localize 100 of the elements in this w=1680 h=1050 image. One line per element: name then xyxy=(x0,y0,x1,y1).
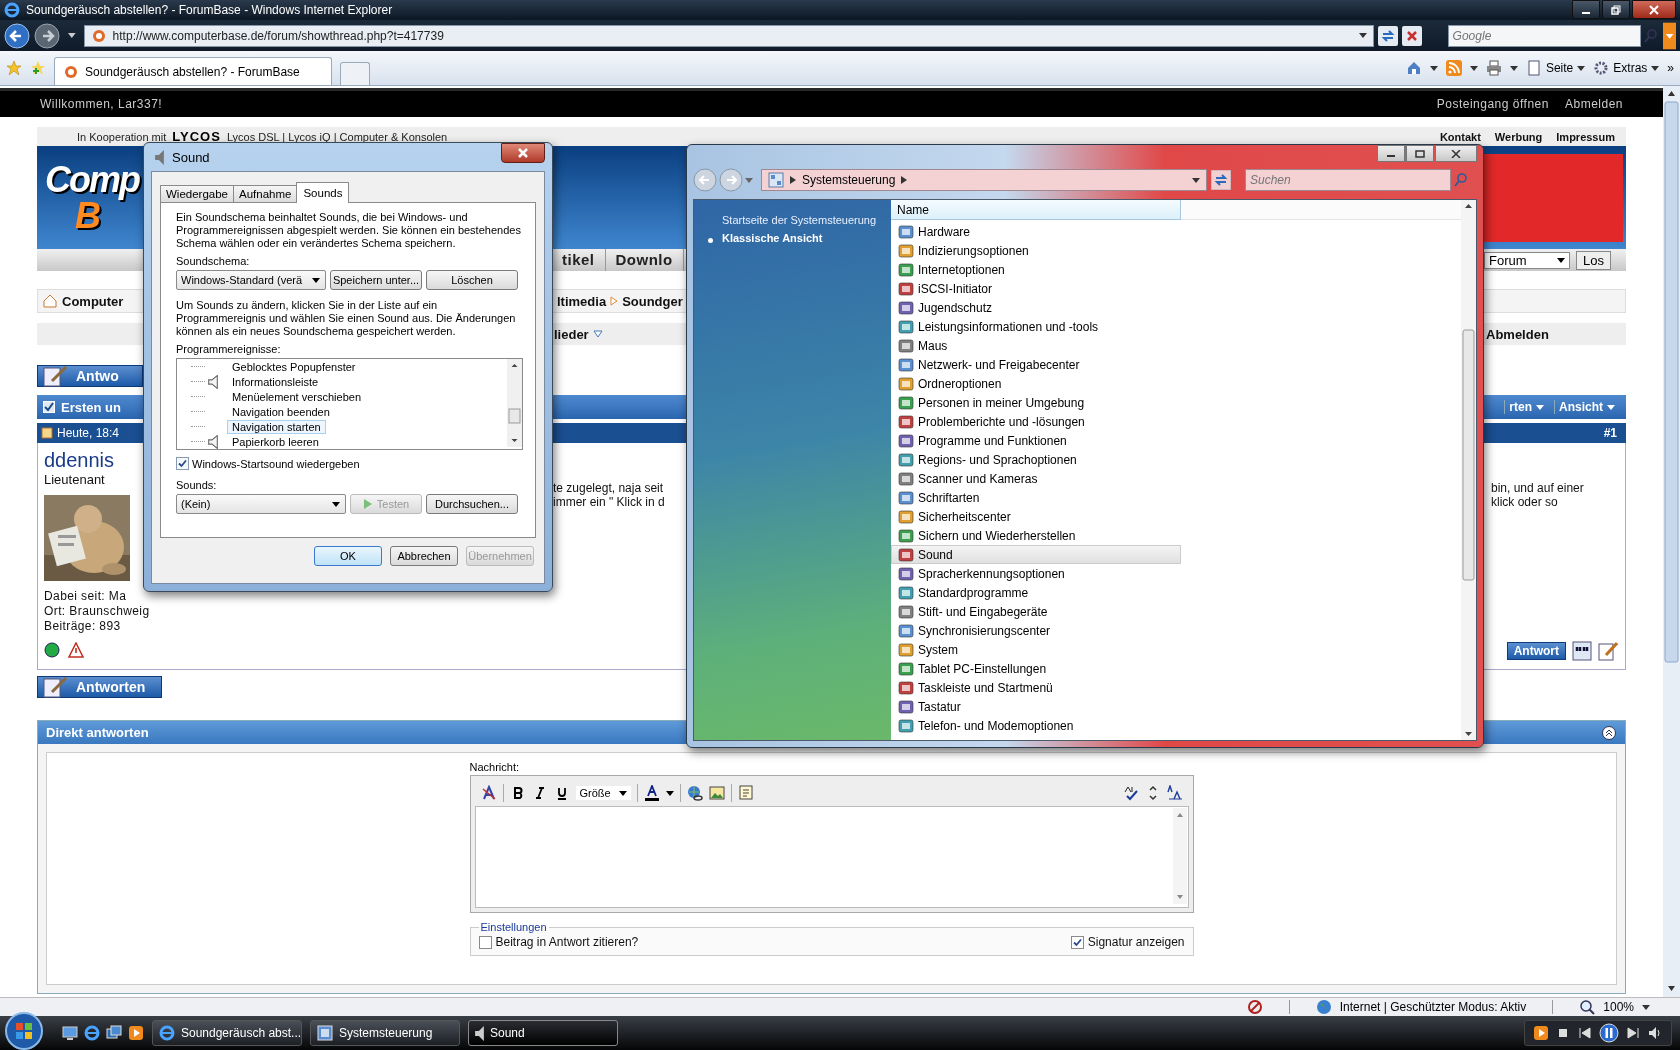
browser-tab[interactable]: Soundgeräusch abstellen? - ForumBase xyxy=(54,57,332,85)
reply-button[interactable]: Antworten xyxy=(37,676,162,698)
chevron-icon[interactable] xyxy=(790,176,796,184)
spellcheck-icon[interactable] xyxy=(1122,785,1139,801)
header-link[interactable]: Werbung xyxy=(1494,130,1543,143)
event-item[interactable]: Menüelement verschieben xyxy=(227,389,367,404)
minimize-button[interactable] xyxy=(1377,145,1405,162)
zoom-level[interactable]: 100% xyxy=(1603,1000,1634,1014)
browser-logo-icon[interactable] xyxy=(84,1025,100,1041)
caret-icon[interactable] xyxy=(1509,65,1518,71)
option-checkbox[interactable]: Signatur anzeigen xyxy=(1070,935,1185,949)
post-number[interactable]: #1 xyxy=(1603,426,1617,440)
startup-sound-checkbox[interactable]: Windows-Startsound wiedergeben xyxy=(176,457,523,470)
top-link[interactable]: Abmelden xyxy=(1564,97,1623,111)
link-icon[interactable] xyxy=(686,785,703,801)
scrollbar[interactable] xyxy=(507,359,522,447)
message-field[interactable] xyxy=(474,806,1189,908)
control-panel-item[interactable]: System xyxy=(891,640,1181,659)
close-button[interactable] xyxy=(1632,0,1676,19)
font-color-icon[interactable] xyxy=(643,785,660,801)
command-menu[interactable]: Seite xyxy=(1525,60,1586,77)
control-panel-item[interactable]: Standardprogramme xyxy=(891,583,1181,602)
task-link[interactable]: Klassische Ansicht xyxy=(722,232,823,244)
control-panel-item[interactable]: Sichern und Wiederherstellen xyxy=(891,526,1181,545)
author-name[interactable]: ddennis xyxy=(44,449,144,472)
control-panel-item[interactable]: Spracherkennungsoptionen xyxy=(891,564,1181,583)
control-panel-item[interactable]: Hardware xyxy=(891,222,1181,241)
nav-tab[interactable]: Downlo xyxy=(605,249,684,271)
control-panel-item[interactable]: Jugendschutz xyxy=(891,298,1181,317)
image-icon[interactable] xyxy=(708,785,725,801)
control-panel-item[interactable]: Programme und Funktionen xyxy=(891,431,1181,450)
taskbar-button[interactable]: Soundgeräusch abst... xyxy=(152,1020,302,1046)
control-panel-item[interactable]: Leistungsinformationen und -tools xyxy=(891,317,1181,336)
go-button[interactable]: Los xyxy=(1576,250,1611,270)
stop-icon[interactable] xyxy=(1401,25,1422,46)
control-panel-item[interactable]: iSCSI-Initiator xyxy=(891,279,1181,298)
caret-icon[interactable] xyxy=(1469,65,1478,71)
reply-button[interactable]: Antwo xyxy=(37,365,143,387)
control-panel-item[interactable]: Scanner und Kameras xyxy=(891,469,1181,488)
caret-icon[interactable] xyxy=(1662,21,1676,50)
dialog-button[interactable]: OK xyxy=(314,546,382,566)
refresh-icon[interactable] xyxy=(1377,25,1398,46)
reply-button[interactable]: Antwort xyxy=(1506,642,1566,660)
forward-button[interactable] xyxy=(34,22,60,49)
more-commands-button[interactable]: » xyxy=(1667,61,1674,76)
event-item[interactable]: Informationsleiste xyxy=(227,374,324,389)
members-menu[interactable]: lieder xyxy=(554,326,589,342)
breadcrumb-link[interactable]: Computer xyxy=(62,293,124,309)
taskbar-button[interactable]: Systemsteuerung xyxy=(310,1020,460,1046)
close-button[interactable] xyxy=(501,143,545,163)
control-panel-item[interactable]: Synchronisierungscenter xyxy=(891,621,1181,640)
collapse-icon[interactable] xyxy=(1601,724,1617,741)
dialog-button[interactable]: Abbrechen xyxy=(390,546,458,566)
save-as-button[interactable]: Speichern unter... xyxy=(330,270,422,290)
control-panel-item[interactable]: Netzwerk- und Freigabecenter xyxy=(891,355,1181,374)
control-panel-item[interactable]: Telefon- und Modemoptionen xyxy=(891,716,1181,735)
control-panel-item[interactable]: Stift- und Eingabegeräte xyxy=(891,602,1181,621)
site-logo[interactable]: Comp B xyxy=(37,161,143,234)
caret-icon[interactable] xyxy=(1192,177,1200,183)
caret-icon[interactable] xyxy=(1642,1004,1650,1010)
forum-select[interactable]: Forum xyxy=(1484,251,1570,269)
scheme-dropdown[interactable]: Windows-Standard (verä xyxy=(176,270,326,290)
address-field[interactable]: http://www.computerbase.de/forum/showthread.php?t=417739 xyxy=(83,24,1374,47)
star-icon[interactable] xyxy=(6,60,22,77)
control-panel-item[interactable]: Internetoptionen xyxy=(891,260,1181,279)
add-favorite-icon[interactable] xyxy=(30,60,46,77)
event-item[interactable]: Geblocktes Popupfenster xyxy=(227,359,361,374)
control-panel-item[interactable]: Sound xyxy=(891,545,1181,564)
control-panel-item[interactable]: Taskleiste und Startmenü xyxy=(891,678,1181,697)
font-size-select[interactable]: Größe xyxy=(575,786,631,800)
thread-menu[interactable]: Ansicht xyxy=(1554,400,1619,414)
sound-dropdown[interactable]: (Kein) xyxy=(176,494,346,514)
header-link[interactable]: Impressum xyxy=(1556,130,1615,143)
checkbox-icon[interactable] xyxy=(478,935,492,949)
start-button[interactable] xyxy=(4,1011,44,1050)
logout-link[interactable]: Abmelden xyxy=(1486,326,1549,342)
delete-button[interactable]: Löschen xyxy=(426,270,518,290)
control-panel-item[interactable]: Tablet PC-Einstellungen xyxy=(891,659,1181,678)
option-checkbox[interactable]: Beitrag in Antwort zitieren? xyxy=(478,935,639,949)
previous-icon[interactable] xyxy=(1577,1025,1593,1041)
taskbar-button[interactable]: Sound xyxy=(468,1020,618,1046)
scrollbar[interactable] xyxy=(1172,808,1187,904)
media-player-icon[interactable] xyxy=(128,1025,144,1041)
dialog-tab[interactable]: Aufnahme xyxy=(233,185,298,202)
zoom-icon[interactable] xyxy=(1579,999,1596,1015)
media-player-icon[interactable] xyxy=(1533,1025,1549,1041)
dialog-tab[interactable]: Wiedergabe xyxy=(160,185,234,202)
caret-icon[interactable] xyxy=(1358,33,1367,39)
warning-icon[interactable] xyxy=(68,642,84,658)
printer-icon[interactable] xyxy=(1485,60,1502,77)
close-button[interactable] xyxy=(1435,145,1477,162)
text-direction-icon[interactable] xyxy=(1166,785,1183,801)
search-field[interactable]: Google xyxy=(1447,24,1641,47)
thread-menu[interactable]: rten xyxy=(1504,400,1548,414)
maximize-button[interactable] xyxy=(1406,145,1434,162)
dialog-tab[interactable]: Sounds xyxy=(296,182,350,203)
quote-icon[interactable] xyxy=(1572,641,1592,661)
task-link[interactable]: Startseite der Systemsteuerung xyxy=(722,214,877,226)
edit-icon[interactable] xyxy=(1598,641,1618,661)
caret-icon[interactable] xyxy=(68,33,76,39)
